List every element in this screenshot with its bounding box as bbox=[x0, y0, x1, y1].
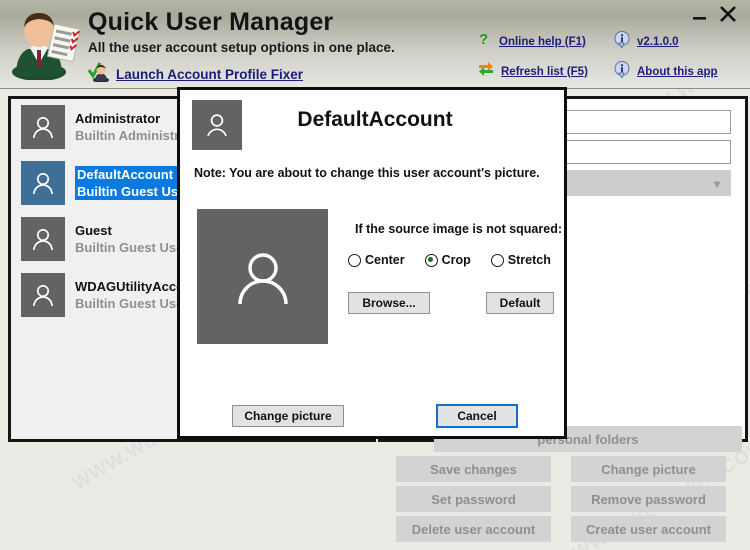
user-checklist-logo-icon bbox=[6, 6, 81, 81]
browse-button[interactable]: Browse... bbox=[348, 292, 430, 314]
aspect-radio-group: Center Crop Stretch bbox=[348, 253, 571, 267]
person-avatar-icon bbox=[21, 273, 65, 317]
user-description: Builtin Guest Use bbox=[75, 240, 184, 255]
refresh-icon bbox=[478, 61, 494, 82]
change-picture-button[interactable]: Change picture bbox=[571, 456, 726, 482]
refresh-list-label: Refresh list (F5) bbox=[501, 65, 588, 78]
radio-circle-icon bbox=[348, 253, 361, 267]
version-label: v2.1.0.0 bbox=[637, 36, 679, 48]
radio-circle-icon bbox=[490, 253, 504, 267]
minimize-icon[interactable] bbox=[688, 4, 712, 28]
about-this-app-link[interactable]: About this app bbox=[614, 61, 718, 83]
radio-crop[interactable]: Crop bbox=[424, 253, 471, 267]
page-title: Quick User Manager bbox=[88, 8, 334, 36]
app-header: Quick User Manager All the user account … bbox=[0, 0, 750, 89]
create-user-account-button[interactable]: Create user account bbox=[571, 516, 726, 542]
delete-user-account-button[interactable]: Delete user account bbox=[396, 516, 551, 542]
person-avatar-icon bbox=[21, 161, 65, 205]
close-icon[interactable] bbox=[716, 2, 740, 26]
user-name: DefaultAccount bbox=[77, 167, 174, 182]
default-button[interactable]: Default bbox=[486, 292, 554, 314]
radio-center-label: Center bbox=[365, 253, 405, 267]
user-name: Administrator bbox=[75, 111, 161, 126]
change-picture-dialog: DefaultAccount Note: You are about to ch… bbox=[177, 87, 567, 439]
info-icon bbox=[614, 61, 630, 83]
user-name: WDAGUtilityAcco bbox=[75, 279, 185, 294]
set-password-button[interactable]: Set password bbox=[396, 486, 551, 512]
refresh-list-link[interactable]: Refresh list (F5) bbox=[478, 61, 588, 82]
remove-password-button[interactable]: Remove password bbox=[571, 486, 726, 512]
radio-stretch[interactable]: Stretch bbox=[490, 253, 551, 267]
app-subtitle: All the user account setup options in on… bbox=[88, 40, 395, 55]
user-description: Builtin Guest Use bbox=[75, 296, 184, 311]
dialog-cancel-button[interactable]: Cancel bbox=[436, 404, 518, 428]
online-help-link[interactable]: ? Online help (F1) bbox=[478, 31, 586, 52]
radio-center[interactable]: Center bbox=[348, 253, 405, 267]
question-mark-icon: ? bbox=[478, 31, 492, 52]
picture-preview[interactable] bbox=[197, 209, 328, 344]
svg-text:?: ? bbox=[479, 31, 488, 47]
online-help-label: Online help (F1) bbox=[499, 35, 586, 48]
launch-account-profile-fixer-link[interactable]: Launch Account Profile Fixer bbox=[87, 62, 304, 87]
save-changes-button[interactable]: Save changes bbox=[396, 456, 551, 482]
dialog-change-picture-button[interactable]: Change picture bbox=[232, 405, 344, 427]
person-avatar-icon bbox=[21, 217, 65, 261]
radio-circle-icon bbox=[424, 253, 438, 267]
radio-stretch-label: Stretch bbox=[507, 253, 551, 267]
info-icon bbox=[614, 31, 630, 53]
about-this-app-label: About this app bbox=[637, 66, 718, 78]
user-name: Guest bbox=[75, 223, 112, 238]
profile-fixer-label: Launch Account Profile Fixer bbox=[116, 67, 304, 82]
radio-crop-label: Crop bbox=[441, 253, 471, 267]
user-description: Builtin Guest Use bbox=[77, 184, 186, 199]
dialog-note: Note: You are about to change this user … bbox=[194, 166, 540, 180]
user-description: Builtin Administra bbox=[75, 128, 187, 143]
app-window: WWW.WEIDOWN.COM WWW.WEIDOWN.COM WWW.WEID… bbox=[0, 0, 750, 550]
source-image-label: If the source image is not squared: bbox=[355, 222, 562, 236]
person-avatar-icon bbox=[21, 105, 65, 149]
profile-fixer-check-icon bbox=[87, 62, 110, 87]
version-link[interactable]: v2.1.0.0 bbox=[614, 31, 679, 53]
chevron-down-icon: ▾ bbox=[713, 177, 720, 191]
dialog-title: DefaultAccount bbox=[297, 108, 453, 131]
